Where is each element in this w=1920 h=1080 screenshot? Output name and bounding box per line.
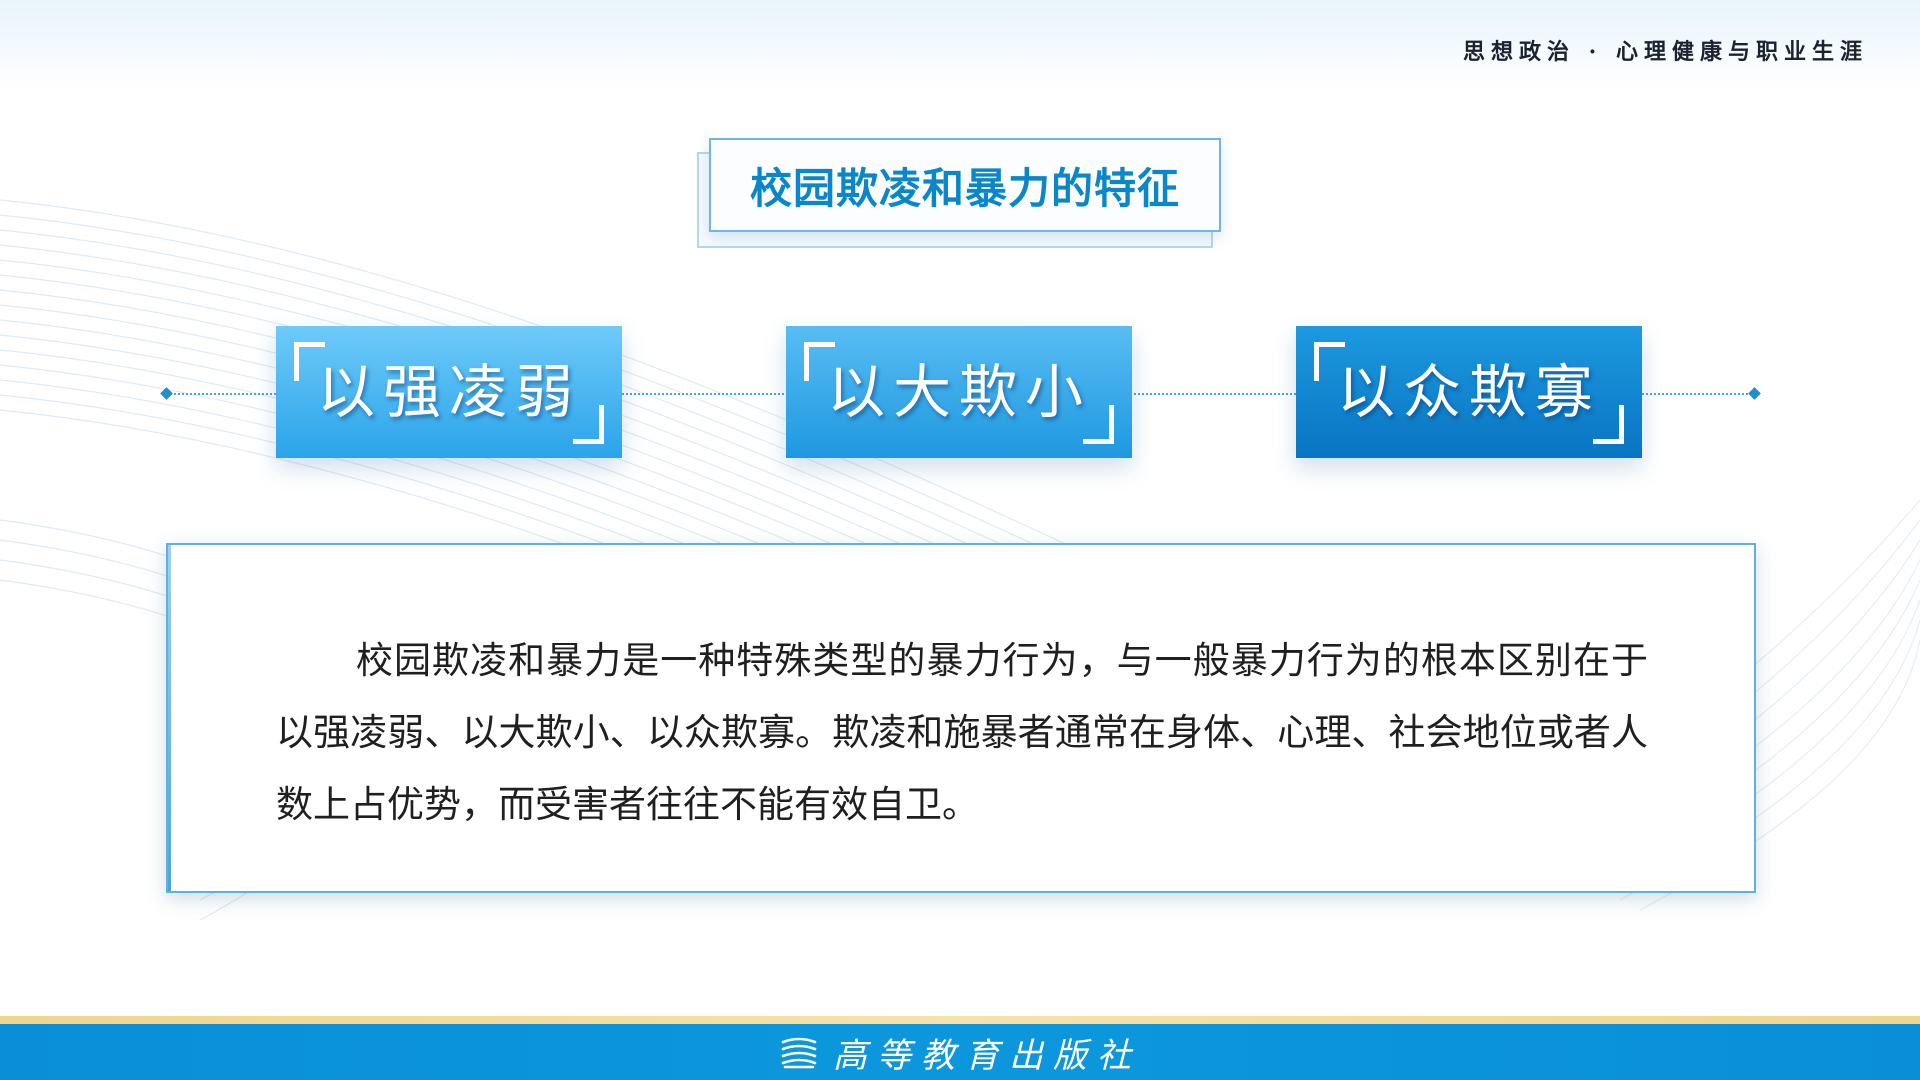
content-box: 校园欺凌和暴力是一种特殊类型的暴力行为，与一般暴力行为的根本区别在于以强凌弱、以…: [166, 543, 1756, 893]
course-title: 思想政治 · 心理健康与职业生涯: [1463, 39, 1868, 65]
bracket-close-icon: [1083, 405, 1114, 444]
bracket-close-icon: [1593, 405, 1624, 444]
feature-tag-1: 以强凌弱: [276, 326, 622, 458]
title-box: 校园欺凌和暴力的特征: [709, 138, 1221, 232]
feature-tag-2: 以大欺小: [786, 326, 1132, 458]
feature-tag-label: 以强凌弱: [316, 358, 581, 426]
publisher-name: 高等教育出版社: [833, 1035, 1141, 1076]
bracket-close-icon: [573, 405, 604, 444]
books-icon: [781, 1037, 817, 1069]
slide-title: 校园欺凌和暴力的特征: [749, 163, 1180, 213]
feature-tag-label: 以众欺寡: [1336, 358, 1601, 426]
feature-tag-label: 以大欺小: [826, 358, 1091, 426]
content-paragraph: 校园欺凌和暴力是一种特殊类型的暴力行为，与一般暴力行为的根本区别在于以强凌弱、以…: [276, 639, 1648, 826]
slide-title-frame: 校园欺凌和暴力的特征: [697, 138, 1223, 248]
slide: 思想政治 · 心理健康与职业生涯 校园欺凌和暴力的特征 以强凌弱 以大欺小 以众…: [0, 0, 1920, 1080]
publisher-brand: 高等教育出版社: [0, 1028, 1920, 1076]
footer-gold-stripe: [0, 1016, 1920, 1024]
feature-tag-3: 以众欺寡: [1296, 326, 1642, 458]
